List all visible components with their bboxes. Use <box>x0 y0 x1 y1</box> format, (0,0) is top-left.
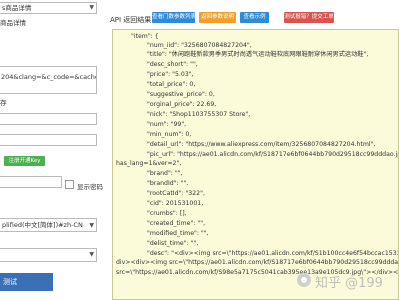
result-line: has_lang=1&ver=2", <box>116 160 182 167</box>
result-line: "desc": "<div><img src=\"https://ae01.al… <box>147 250 399 257</box>
app-secret-input[interactable] <box>0 134 97 146</box>
result-line: "created_time": "", <box>147 220 206 227</box>
password-input[interactable] <box>0 176 62 188</box>
toolbar-request-params-button[interactable]: 查看门数参数列表 <box>152 12 195 23</box>
api-select[interactable]: s商品详情 ▼ <box>0 2 97 14</box>
result-line: "nick": "Shop1103755307 Store", <box>147 111 251 118</box>
show-password-checkbox[interactable] <box>65 180 74 189</box>
lang-select-value: plified(中文[简体])#zh-CN <box>2 221 83 229</box>
result-line: "cid": 201531001, <box>147 200 204 207</box>
test-button[interactable]: 测试 <box>0 273 53 291</box>
result-line: "price": "5.03", <box>147 71 194 78</box>
show-password-label: 显示密码 <box>77 183 103 191</box>
url-params-field[interactable]: 204&clang=&c_code=&cache= <box>0 66 97 94</box>
result-line: "rootCatId": "322", <box>147 190 205 197</box>
result-line: "num": "99", <box>147 121 187 128</box>
result-line: "item": { <box>131 33 159 40</box>
api-select-value: s商品详情 <box>2 4 32 12</box>
result-line: "total_price": 0, <box>147 81 196 88</box>
toolbar-response-params-button[interactable]: 返回参数说明 <box>199 12 236 23</box>
get-key-button[interactable]: 注册开通Key <box>4 156 45 166</box>
cache-select[interactable]: ▼ <box>0 248 97 262</box>
result-title: API 返回结果 <box>110 16 152 24</box>
url-params-value: 204&clang=&c_code=&cache= <box>1 73 97 81</box>
save-label: 存 <box>0 99 7 107</box>
lang-select[interactable]: plified(中文[简体])#zh-CN ▼ <box>0 218 97 232</box>
chevron-down-icon: ▼ <box>89 222 94 229</box>
toolbar-example-button[interactable]: 查看示例 <box>240 12 269 23</box>
request-panel: s商品详情 ▼ 商品详情 204&clang=&c_code=&cache= 存… <box>0 0 103 300</box>
result-line: "min_num": 0, <box>147 131 192 138</box>
result-line: "title": "休闲跑鞋新款男季男式时尚透气运动鞋软底网眼鞋耐穿休闲男式运动… <box>147 51 369 58</box>
toolbar-report-error-button[interactable]: 测试报错？提交工单 <box>284 12 334 23</box>
result-line: "orginal_price": 22.69, <box>147 101 217 108</box>
watermark-text: 知乎 @199 <box>315 276 383 291</box>
result-line: "num_iid": "3256807084827204", <box>147 42 252 49</box>
chevron-down-icon: ▼ <box>89 251 94 258</box>
result-line: "delist_time": "", <box>147 240 199 247</box>
zhihu-watermark-logo <box>297 273 311 287</box>
result-line: "desc_short": "", <box>147 61 198 68</box>
result-line: "crumbs": [], <box>147 210 187 217</box>
chevron-down-icon: ▼ <box>89 4 94 11</box>
result-line: "modified_time": "", <box>147 230 209 237</box>
result-line: "detail_url": "https://www.aliexpress.co… <box>147 141 376 148</box>
result-line: "suggestive_price": 0, <box>147 91 215 98</box>
result-line: "brandId": "", <box>147 180 189 187</box>
result-line: "pic_url": "https://ae01.alicdn.com/kf/S… <box>147 151 398 158</box>
api-title: 商品详情 <box>0 19 26 27</box>
app-key-input[interactable] <box>0 113 97 125</box>
result-line: div><div><img src=\"https://ae01.alicdn.… <box>116 259 399 266</box>
result-json-area[interactable]: "item": { "num_iid": "3256807084827204",… <box>112 29 399 300</box>
result-line: "brand": "", <box>147 170 183 177</box>
